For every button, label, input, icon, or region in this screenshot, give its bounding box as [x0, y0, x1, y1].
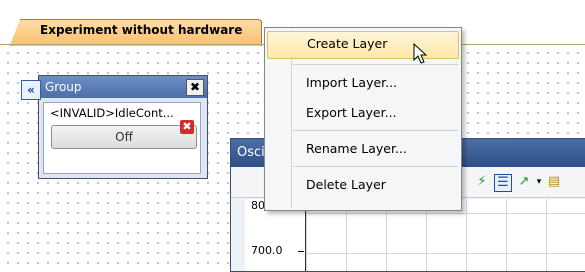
- designer-canvas: Experiment without hardware Group ✖ <INV…: [0, 0, 585, 272]
- tab-experiment-label[interactable]: Experiment without hardware: [40, 23, 242, 37]
- y-tick-700: [298, 251, 304, 252]
- data-icon[interactable]: ▤: [546, 174, 562, 190]
- menu-separator: [293, 166, 458, 167]
- properties-icon[interactable]: ☰: [494, 174, 512, 192]
- mouse-cursor-icon: [413, 43, 428, 64]
- menu-separator: [293, 130, 458, 131]
- oscilloscope-title: Osci: [237, 145, 265, 160]
- close-icon[interactable]: ✖: [186, 79, 204, 96]
- dropdown-icon[interactable]: ▾: [531, 174, 547, 190]
- signal-icon[interactable]: ⚡: [474, 174, 490, 190]
- group-body: <INVALID>IdleCont... Off: [43, 102, 201, 174]
- chart-icon[interactable]: ↗: [516, 174, 532, 190]
- menu-item-rename-layer[interactable]: Rename Layer...: [267, 136, 459, 162]
- menu-item-import-layer[interactable]: Import Layer...: [267, 70, 459, 96]
- off-toggle-button[interactable]: Off: [51, 125, 197, 149]
- menu-separator: [293, 64, 458, 65]
- status-text: <INVALID>IdleCont...: [50, 106, 174, 120]
- context-menu: Create Layer Import Layer... Export Laye…: [264, 27, 462, 211]
- menu-item-export-layer[interactable]: Export Layer...: [267, 100, 459, 126]
- menu-item-create-layer[interactable]: Create Layer: [267, 31, 459, 59]
- menu-item-delete-layer[interactable]: Delete Layer: [267, 172, 459, 198]
- group-title: Group: [45, 80, 82, 94]
- y-tick-label-700: 700.0: [251, 244, 283, 257]
- error-icon: ✖: [180, 120, 194, 134]
- group-window[interactable]: Group ✖ <INVALID>IdleCont... Off ✖: [38, 75, 208, 179]
- collapse-axis-button[interactable]: «: [21, 80, 41, 100]
- group-titlebar[interactable]: Group ✖: [39, 76, 207, 98]
